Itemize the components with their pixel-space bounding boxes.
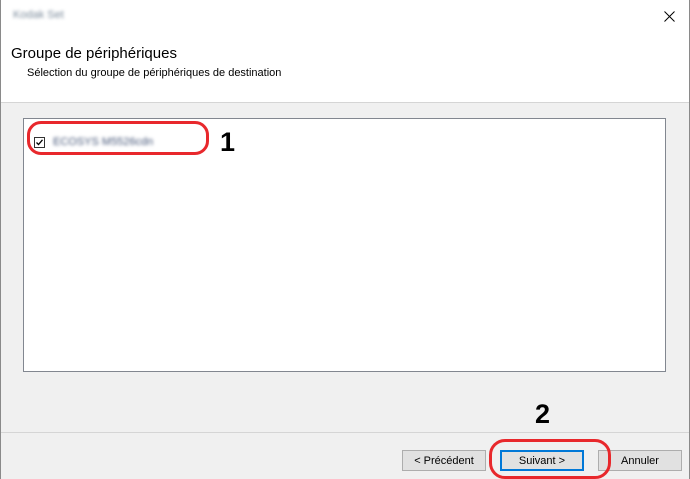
dialog-window: Kodak Set Groupe de périphériques Sélect… [0, 0, 690, 479]
window-title: Kodak Set [13, 9, 64, 21]
callout-number-1: 1 [220, 127, 236, 157]
close-icon [663, 10, 675, 22]
close-button[interactable] [649, 0, 689, 32]
page-title: Groupe de périphériques [11, 45, 177, 62]
callout-highlight-next [489, 439, 611, 479]
page-subtitle: Sélection du groupe de périphériques de … [27, 67, 282, 79]
wizard-header: Groupe de périphériques Sélection du gro… [1, 32, 689, 103]
back-button[interactable]: < Précédent [402, 450, 486, 471]
footer-divider [1, 432, 689, 433]
title-bar: Kodak Set [1, 0, 689, 32]
callout-number-2: 2 [535, 399, 551, 429]
callout-highlight-device [27, 121, 209, 155]
device-group-list[interactable]: ECOSYS M5526cdn [23, 118, 666, 372]
